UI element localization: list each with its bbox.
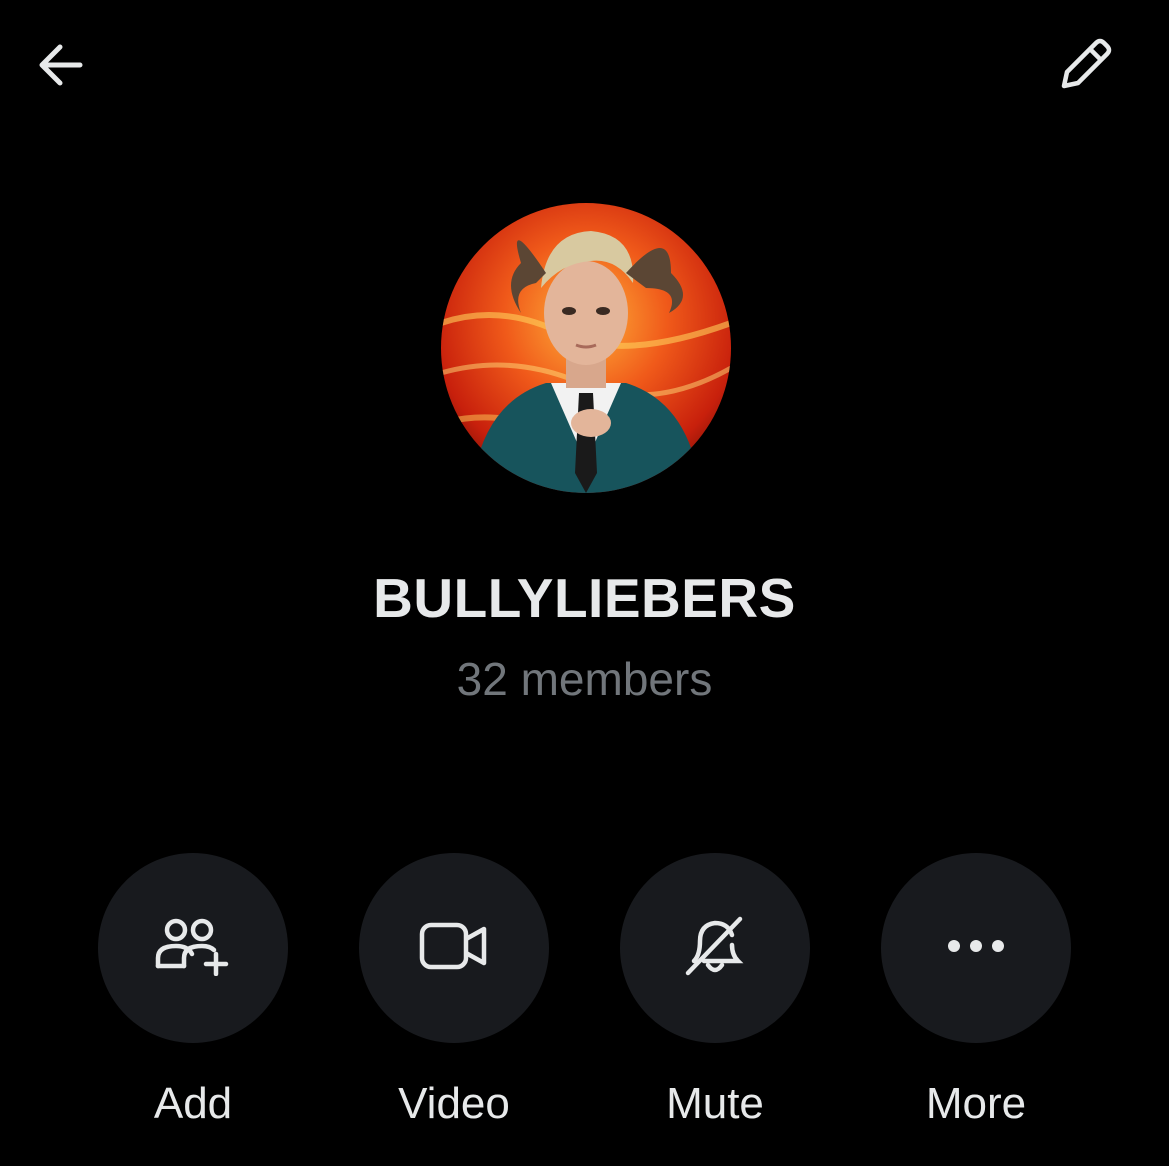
add-button[interactable] [98, 853, 288, 1043]
pencil-icon [1056, 34, 1116, 99]
mute-button[interactable] [620, 853, 810, 1043]
back-button[interactable] [20, 27, 100, 107]
more-action[interactable]: More [881, 853, 1071, 1128]
more-dots-icon [946, 938, 1006, 959]
edit-button[interactable] [1046, 26, 1126, 106]
mute-action[interactable]: Mute [620, 853, 810, 1128]
add-people-icon [154, 916, 232, 981]
video-button[interactable] [359, 853, 549, 1043]
group-avatar-photo [441, 203, 731, 493]
member-count[interactable]: 32 members [0, 652, 1169, 706]
arrow-left-icon [32, 37, 88, 98]
more-button[interactable] [881, 853, 1071, 1043]
video-camera-icon [419, 921, 489, 976]
video-label: Video [398, 1079, 510, 1128]
mute-label: Mute [666, 1079, 764, 1128]
bell-off-icon [682, 915, 748, 982]
add-action[interactable]: Add [98, 853, 288, 1128]
group-name: BULLYLIEBERS [373, 567, 796, 629]
more-label: More [925, 1079, 1027, 1128]
add-label: Add [153, 1079, 233, 1128]
group-avatar[interactable] [441, 203, 731, 493]
video-action[interactable]: Video [359, 853, 549, 1128]
